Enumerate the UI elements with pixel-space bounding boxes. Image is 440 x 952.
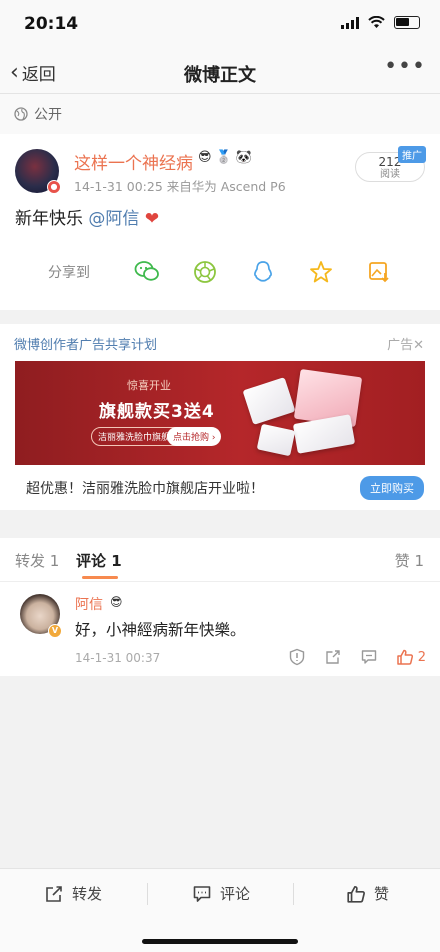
ad-close-tag[interactable]: 广告✕	[387, 334, 424, 353]
emoji-badge-icon: 😎	[110, 595, 123, 609]
comment-username[interactable]: 阿信	[75, 594, 103, 614]
tissue-box-image	[256, 423, 296, 457]
qq-share-icon[interactable]	[234, 260, 292, 284]
share-row: 分享到	[0, 254, 440, 290]
post-card: ● 这样一个神经病 😎 🥈 🐼 14-1-31 00:25 来自华为 Ascen…	[0, 134, 440, 310]
repost-label: 转发	[72, 885, 103, 903]
like-label: 赞	[374, 885, 390, 903]
tab-comment[interactable]: 评论 1	[76, 550, 122, 571]
comment-text: 好，小神經病新年快樂。	[75, 621, 246, 639]
status-bar: 20:14	[0, 0, 440, 50]
read-label: 阅读	[380, 169, 400, 180]
level-badge-icon: 🥈	[215, 150, 232, 165]
mention-link[interactable]: @阿信	[88, 209, 139, 229]
comment-item: V 阿信 😎 好，小神經病新年快樂。 14-1-31 00:37 2	[0, 582, 440, 676]
wechat-share-icon[interactable]	[118, 260, 176, 284]
globe-icon	[14, 107, 28, 121]
thumbs-up-icon	[347, 885, 365, 903]
buy-now-button[interactable]: 立即购买	[360, 476, 424, 500]
moments-share-icon[interactable]	[176, 260, 234, 284]
share-label: 分享到	[48, 265, 90, 281]
ad-banner-title: 旗舰款买3送4	[99, 402, 215, 422]
divider	[293, 883, 294, 905]
comment-button[interactable]: 评论	[192, 883, 250, 904]
emoji-badge-icon: 😎	[198, 150, 212, 165]
visibility-bar: 公开	[0, 94, 440, 134]
repost-icon	[46, 885, 62, 902]
battery-icon	[394, 16, 420, 29]
home-indicator	[142, 939, 298, 944]
promote-tag[interactable]: 推广	[398, 146, 426, 163]
post-text: 新年快乐 @阿信 ❤	[15, 204, 159, 229]
bottom-action-bar: 转发 评论 赞	[0, 868, 440, 952]
share-icon[interactable]	[324, 648, 342, 666]
report-icon[interactable]	[288, 648, 306, 666]
ad-caption: 超优惠！洁丽雅洗脸巾旗舰店开业啦！	[26, 481, 264, 497]
thumbs-up-icon	[396, 649, 413, 665]
panda-badge-icon: 🐼	[235, 150, 252, 165]
member-badge-icon: ●	[47, 180, 61, 194]
comment-time: 14-1-31 00:37	[75, 651, 161, 665]
qzone-share-icon[interactable]	[292, 260, 350, 284]
ad-banner[interactable]: 惊喜开业 旗舰款买3送4 洁丽雅洗脸巾旗舰店 点击抢购 ›	[15, 361, 425, 465]
ad-banner-subtitle: 惊喜开业	[127, 379, 171, 392]
status-time: 20:14	[24, 14, 79, 34]
post-body: 新年快乐	[15, 209, 83, 229]
post-tabs: 转发 1 评论 1 赞 1	[0, 538, 440, 582]
repost-button[interactable]: 转发	[44, 883, 102, 904]
nav-bar: ‹ 返回 微博正文 •••	[0, 50, 440, 94]
ad-card: 微博创作者广告共享计划 广告✕ 惊喜开业 旗舰款买3送4 洁丽雅洗脸巾旗舰店 点…	[0, 324, 440, 510]
comment-like-button[interactable]: 2	[396, 648, 426, 666]
ad-banner-cta: 点击抢购 ›	[167, 427, 222, 446]
more-options-icon[interactable]: •••	[384, 54, 426, 79]
comment-actions: 2	[288, 648, 426, 666]
post-meta: 14-1-31 00:25 来自华为 Ascend P6	[74, 179, 286, 194]
verified-badge-icon: V	[48, 624, 62, 638]
tab-repost[interactable]: 转发 1	[15, 550, 59, 571]
like-button[interactable]: 赞	[346, 883, 389, 904]
heart-icon: ❤	[144, 209, 160, 229]
tab-like[interactable]: 赞 1	[395, 550, 424, 571]
ad-header-link[interactable]: 微博创作者广告共享计划	[14, 334, 157, 353]
wifi-icon	[368, 16, 385, 28]
save-image-share-icon[interactable]	[350, 260, 408, 284]
status-icons	[341, 16, 420, 29]
tissue-box-image	[292, 414, 356, 454]
comment-label: 评论	[220, 885, 251, 903]
divider	[147, 883, 148, 905]
active-tab-indicator	[82, 576, 118, 579]
comment-icon	[193, 885, 211, 902]
user-badges: 😎 🥈 🐼	[198, 150, 252, 165]
visibility-label: 公开	[34, 107, 62, 123]
comment-icon[interactable]	[360, 648, 378, 666]
signal-icon	[341, 16, 359, 29]
page-title: 微博正文	[184, 65, 256, 86]
post-username[interactable]: 这样一个神经病	[74, 149, 193, 174]
tissue-box-image	[242, 377, 296, 425]
comment-like-count: 2	[417, 649, 426, 665]
